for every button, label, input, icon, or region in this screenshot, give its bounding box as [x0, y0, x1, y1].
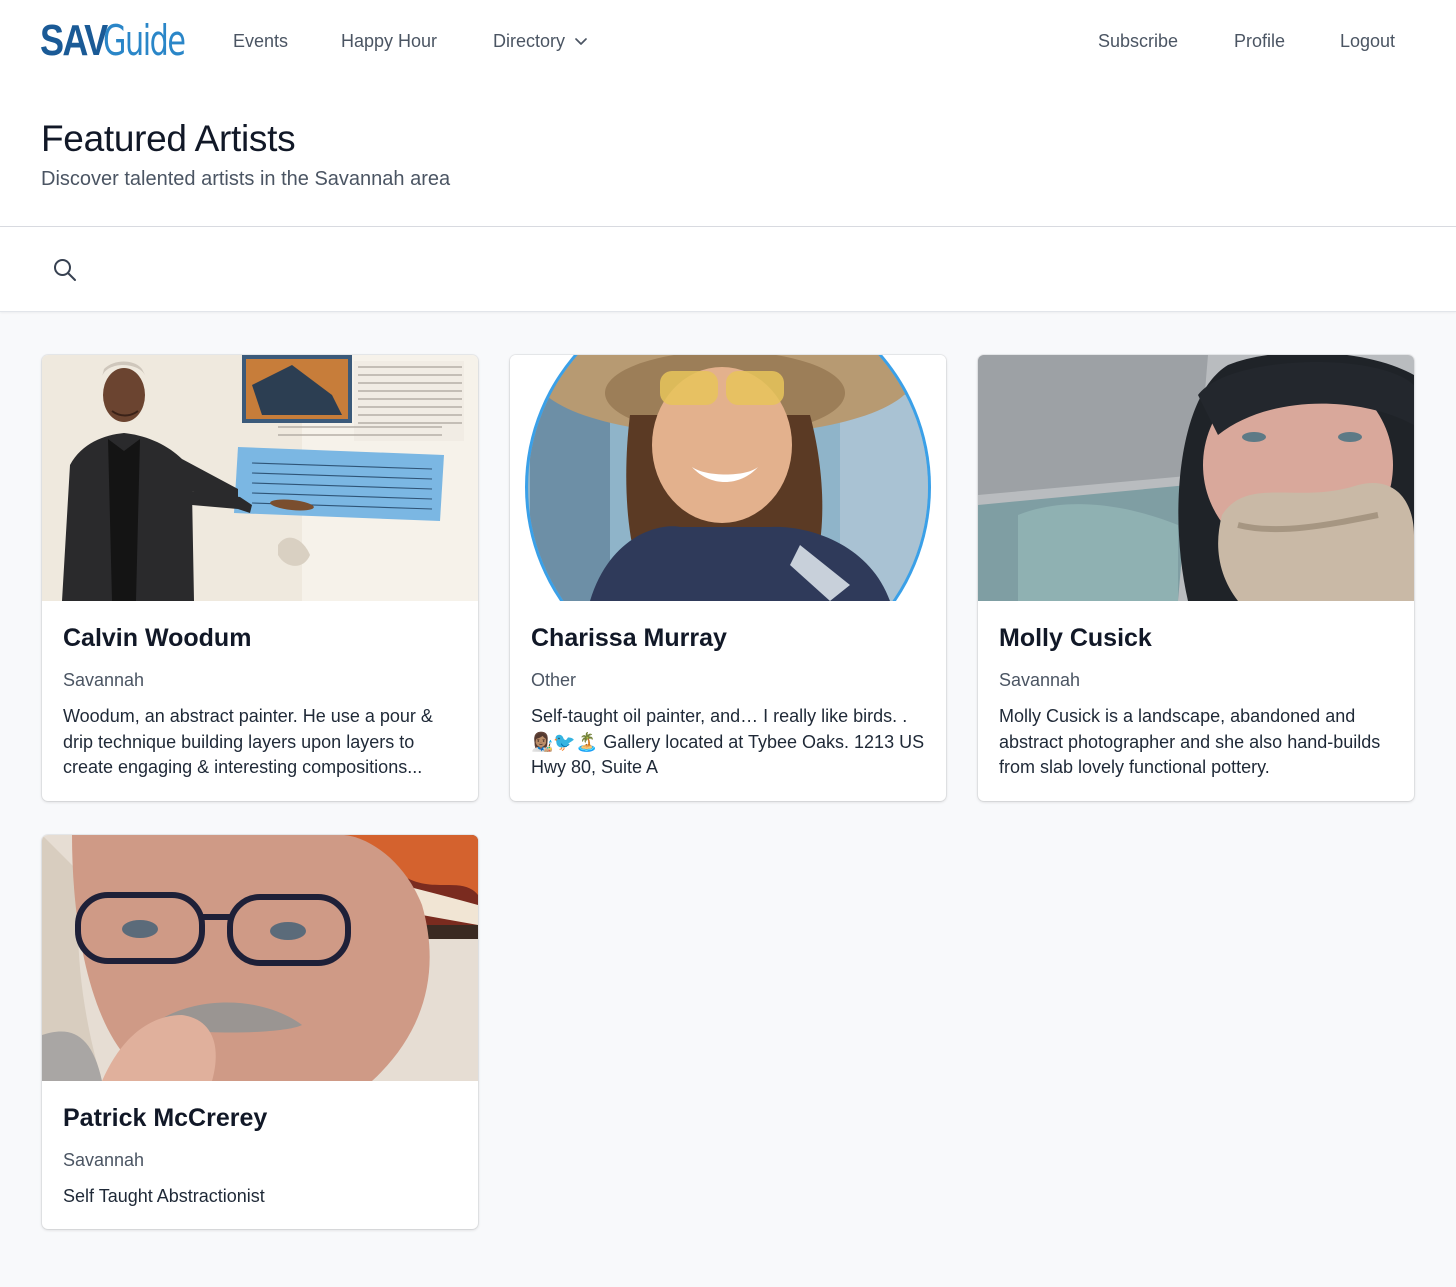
artist-bio: Woodum, an abstract painter. He use a po… — [63, 706, 433, 777]
nav-link-directory-label: Directory — [493, 31, 566, 51]
search-icon — [54, 259, 76, 281]
artist-photo — [42, 355, 478, 601]
artist-card[interactable]: Calvin Woodum Savannah Woodum, an abstra… — [42, 355, 478, 801]
nav-link-subscribe[interactable]: Subscribe — [1098, 28, 1178, 54]
artist-name: Charissa Murray — [531, 624, 727, 652]
artist-card[interactable]: Patrick McCrerey Savannah Self Taught Ab… — [42, 835, 478, 1229]
artist-name: Molly Cusick — [999, 624, 1152, 652]
page-subtitle: Discover talented artists in the Savanna… — [41, 168, 451, 190]
artist-name: Patrick McCrerey — [63, 1104, 268, 1132]
page-title: Featured Artists — [41, 118, 296, 159]
nav-dropdown-directory[interactable]: Directory — [493, 28, 589, 54]
artist-bio: Molly Cusick is a landscape, abandoned a… — [999, 706, 1381, 777]
logo-primary: SAV — [40, 16, 108, 65]
artist-photo — [510, 355, 946, 601]
artist-bio: Self-taught oil painter, and… I really l… — [531, 706, 925, 777]
artist-photo — [42, 835, 478, 1081]
artist-bio: Self Taught Abstractionist — [63, 1186, 265, 1206]
nav-link-profile[interactable]: Profile — [1234, 28, 1285, 54]
top-navigation: SAV Guide Events Happy Hour Directory Su… — [0, 0, 1456, 82]
search-input[interactable] — [92, 247, 1412, 293]
artist-location: Savannah — [63, 670, 145, 690]
artist-name: Calvin Woodum — [63, 624, 252, 652]
page-header: Featured Artists Discover talented artis… — [0, 82, 1456, 227]
site-logo[interactable]: SAV Guide — [40, 16, 216, 66]
nav-link-logout[interactable]: Logout — [1340, 28, 1395, 54]
artist-location: Savannah — [63, 1150, 145, 1170]
logo-secondary: Guide — [103, 16, 186, 65]
artist-location: Savannah — [999, 670, 1081, 690]
nav-link-happy-hour[interactable]: Happy Hour — [341, 28, 437, 54]
artist-photo — [978, 355, 1414, 601]
artist-card[interactable]: Molly Cusick Savannah Molly Cusick is a … — [978, 355, 1414, 801]
search-bar — [0, 227, 1456, 312]
chevron-down-icon — [575, 38, 587, 45]
artist-card[interactable]: Charissa Murray Other Self-taught oil pa… — [510, 355, 946, 801]
nav-link-events[interactable]: Events — [233, 28, 288, 54]
artist-location: Other — [531, 670, 577, 690]
